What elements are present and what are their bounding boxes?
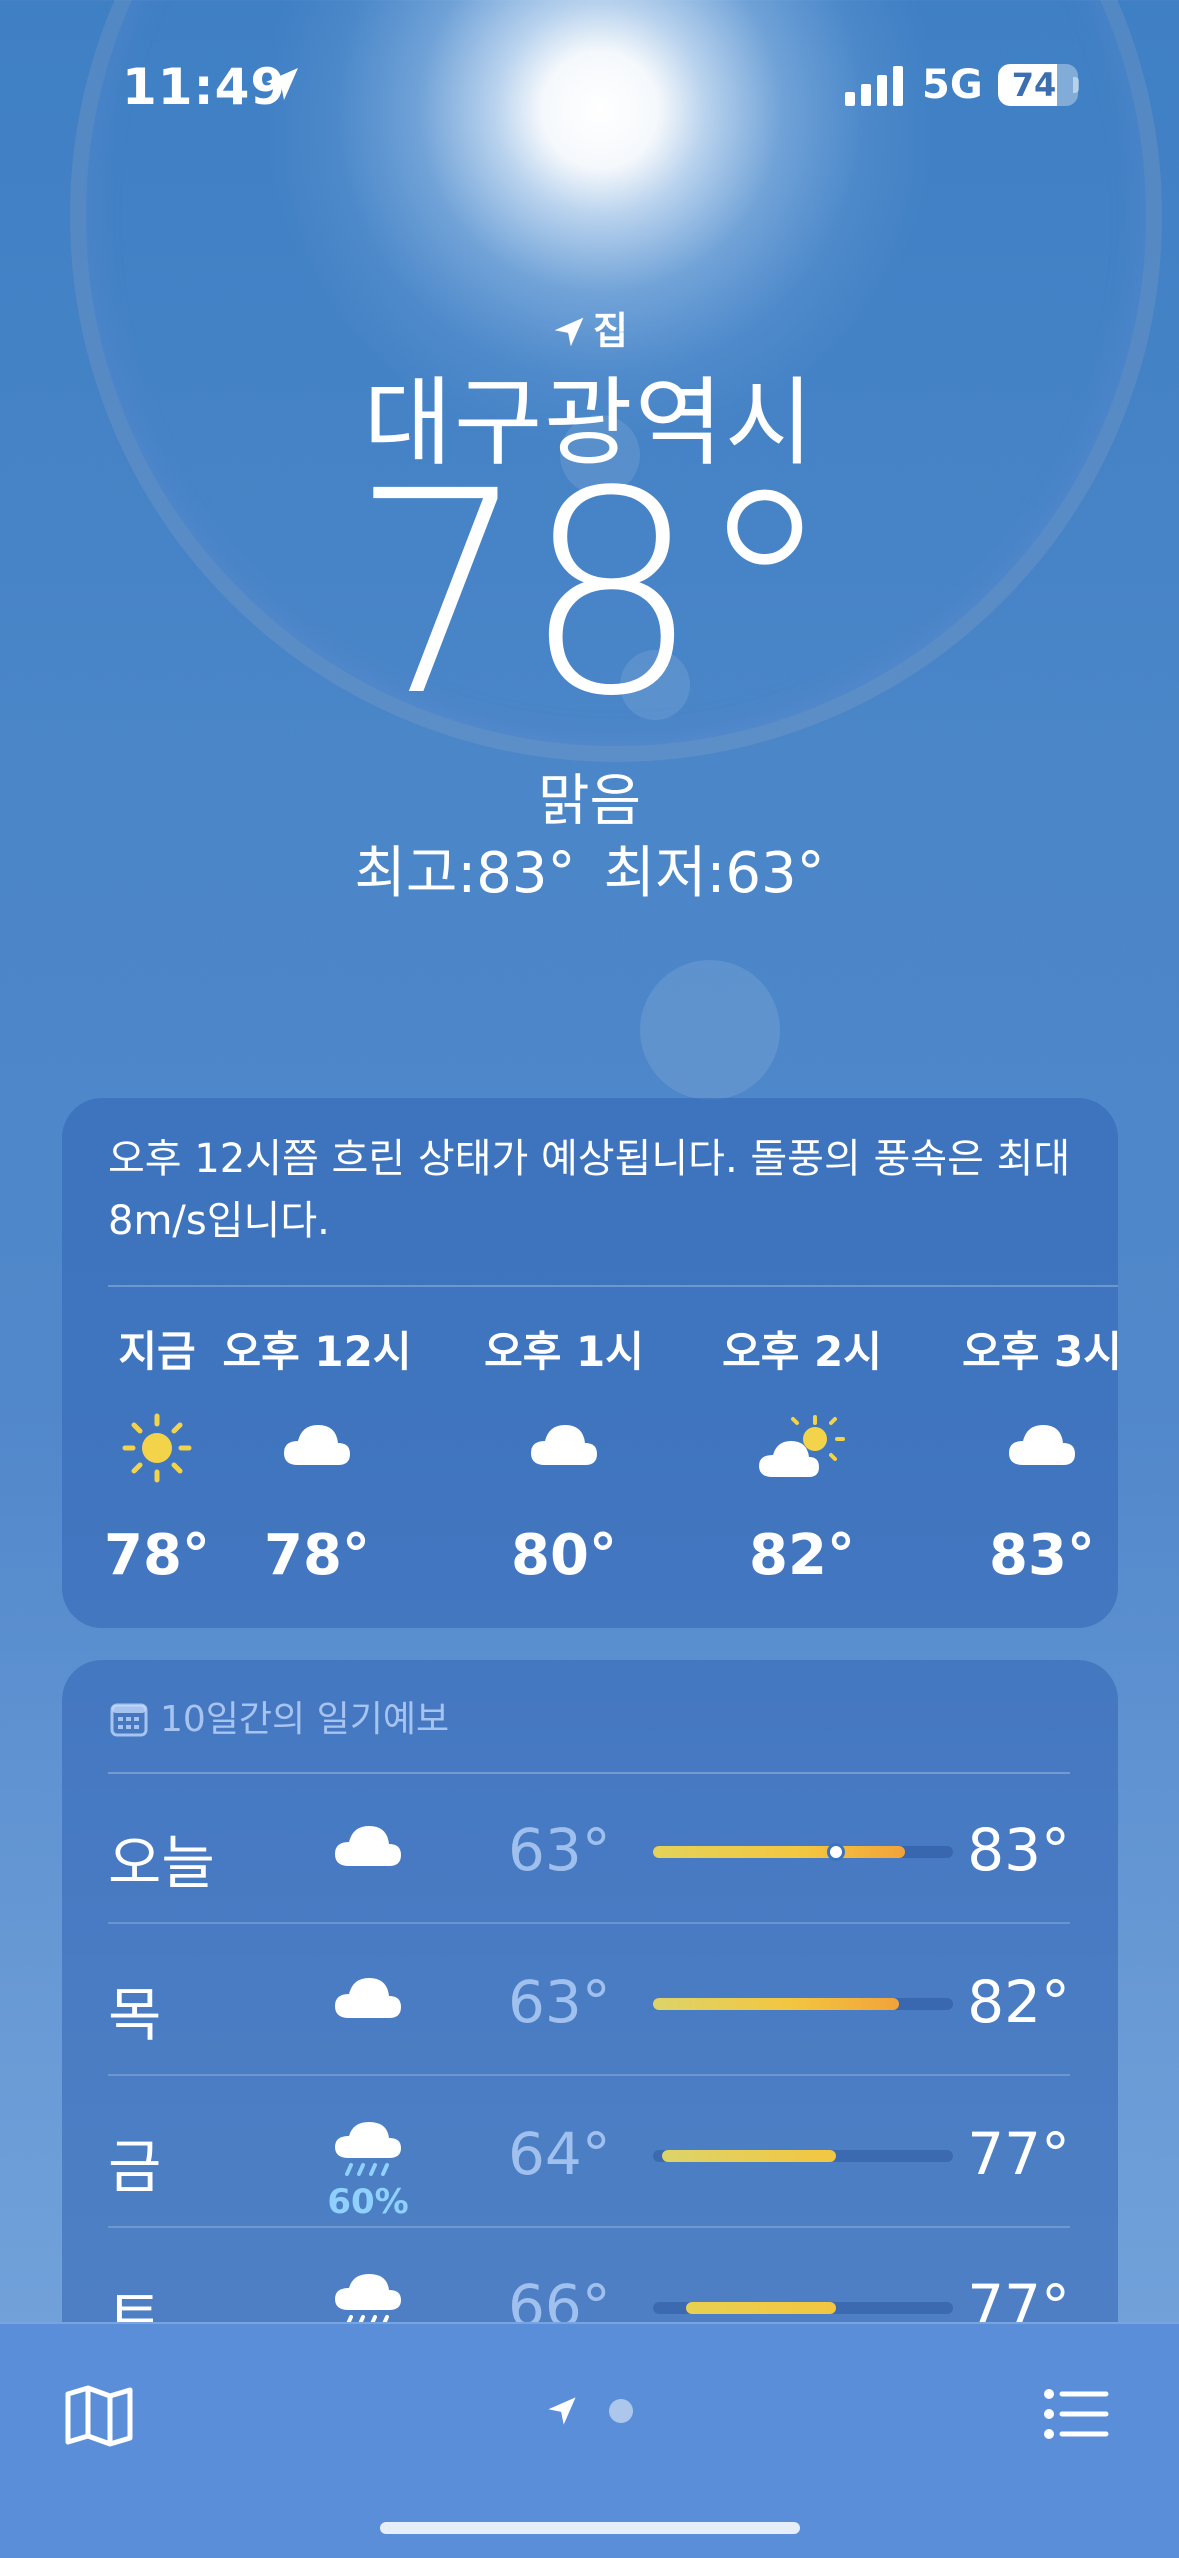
battery-icon: 74 (998, 64, 1078, 106)
partly-cloudy-icon (682, 1413, 922, 1483)
low-temp: 64° (508, 2120, 611, 2188)
high-low: 최고:83° 최저:63° (0, 828, 1179, 909)
temp-range-bar (653, 1998, 953, 2010)
day-row[interactable]: 목 63° 82° (108, 1926, 1070, 2076)
hour-item[interactable]: 오후 3시 83° (922, 1318, 1118, 1588)
temp-range-bar (653, 2302, 953, 2314)
hour-label: 오후 1시 (484, 1327, 644, 1376)
hour-label: 오후 12시 (222, 1327, 412, 1376)
precip-chance: 60% (327, 2182, 409, 2222)
ten-day-header: 10일간의 일기예보 (110, 1690, 449, 1742)
map-icon[interactable] (64, 2384, 134, 2448)
low-temp: 최저:63° (603, 841, 825, 906)
hour-item[interactable]: 오후 2시 82° (682, 1318, 922, 1588)
day-row[interactable]: 오늘 63° 83° (108, 1774, 1070, 1924)
hour-temp: 82° (749, 1523, 855, 1588)
high-temp: 83° (967, 1816, 1070, 1884)
current-temp-marker (827, 1843, 845, 1861)
day-row[interactable]: 금 60% 64° 77° (108, 2078, 1070, 2228)
cloud-icon (444, 1413, 684, 1483)
cloud-icon (197, 1413, 437, 1483)
forecast-summary: 오후 12시쯤 흐린 상태가 예상됩니다. 돌풍의 풍속은 최대 8m/s입니다… (108, 1136, 1071, 1244)
day-label: 목 (108, 1981, 162, 2049)
cloud-icon (328, 1814, 408, 1874)
network-type: 5G (922, 62, 983, 108)
day-label: 금 (108, 2133, 162, 2201)
temp-range-bar (653, 2150, 953, 2162)
row-divider (108, 2074, 1070, 2076)
hourly-forecast-card[interactable]: 오후 12시쯤 흐린 상태가 예상됩니다. 돌풍의 풍속은 최대 8m/s입니다… (62, 1098, 1118, 1628)
location-arrow-icon (266, 68, 298, 100)
row-divider (108, 1922, 1070, 1924)
hour-label: 오후 3시 (962, 1327, 1118, 1376)
hour-temp: 78° (264, 1523, 370, 1588)
list-icon[interactable] (1044, 2388, 1110, 2440)
location-arrow-icon (548, 2397, 576, 2425)
calendar-icon (110, 1703, 148, 1737)
battery-level: 74 (1011, 66, 1057, 104)
lens-flare (640, 960, 780, 1100)
hour-temp: 83° (989, 1523, 1095, 1588)
cloud-icon (922, 1413, 1118, 1483)
condition-label: 맑음 (537, 769, 642, 834)
ten-day-forecast-card[interactable]: 10일간의 일기예보 오늘 63° 83° 목 63° 82° 금 60% 64… (62, 1660, 1118, 2380)
high-temp: 82° (967, 1968, 1070, 2036)
page-dot (609, 2399, 633, 2423)
hour-item[interactable]: 오후 12시 78° (197, 1318, 437, 1588)
page-indicator[interactable] (545, 2394, 633, 2428)
cloud-icon (328, 1966, 408, 2026)
high-temp: 최고:83° (354, 841, 576, 906)
hour-item[interactable]: 오후 1시 80° (444, 1318, 684, 1588)
low-temp: 63° (508, 1816, 611, 1884)
battery-cap (1073, 77, 1079, 93)
hour-label: 오후 2시 (722, 1327, 882, 1376)
cellular-signal-icon (845, 66, 903, 106)
row-divider (108, 2226, 1070, 2228)
day-label: 오늘 (108, 1829, 215, 1897)
hour-temp: 80° (511, 1523, 617, 1588)
temp-range-bar (653, 1843, 953, 1861)
rain-icon: 60% (327, 2118, 409, 2222)
bottom-toolbar (0, 2322, 1179, 2558)
home-indicator[interactable] (380, 2522, 800, 2534)
divider (108, 1285, 1118, 1287)
current-temperature: 78° (350, 432, 834, 758)
high-temp: 77° (967, 2120, 1070, 2188)
low-temp: 63° (508, 1968, 611, 2036)
